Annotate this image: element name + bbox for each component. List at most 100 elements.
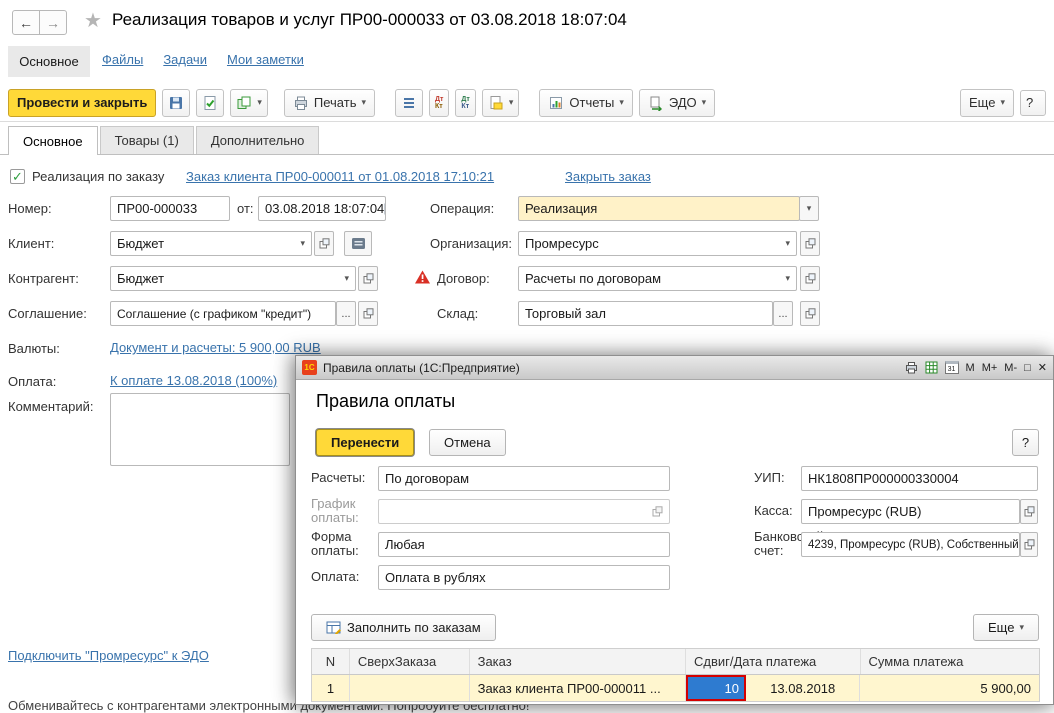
memory-plus-button[interactable]: М+	[982, 362, 998, 374]
cell-over-order[interactable]	[350, 675, 470, 701]
section-nav-main[interactable]: Основное	[8, 46, 90, 77]
open-picker-icon	[805, 273, 816, 284]
calc-input[interactable]: По договорам	[378, 466, 670, 491]
comment-input[interactable]	[110, 393, 290, 466]
dtkt-accounting-button[interactable]: Дт Кт	[429, 88, 450, 117]
transfer-button[interactable]: Перенести	[316, 429, 415, 456]
dialog-calendar-icon[interactable]: 31	[944, 361, 959, 374]
tab-additional[interactable]: Дополнительно	[195, 126, 320, 154]
close-order-link[interactable]: Закрыть заказ	[565, 169, 651, 184]
reports-dropdown-button[interactable]: Отчеты ▾	[539, 88, 633, 117]
fill-table-icon	[326, 621, 341, 634]
client-input[interactable]: Бюджет ▾	[110, 231, 312, 256]
cancel-button[interactable]: Отмена	[429, 429, 506, 456]
edo-connect-link[interactable]: Подключить "Промресурс" к ЭДО	[8, 648, 209, 663]
create-based-on-dropdown-button[interactable]: ▾	[481, 88, 520, 117]
shift-edit-cell[interactable]: 10	[686, 675, 746, 701]
contract-open-button[interactable]	[800, 266, 820, 291]
bank-account-input[interactable]: 4239, Промресурс (RUB), Собственный счет	[801, 532, 1020, 557]
warehouse-input[interactable]: Торговый зал	[518, 301, 773, 326]
operation-combobox[interactable]: Реализация	[518, 196, 800, 221]
section-link-tasks[interactable]: Задачи	[163, 52, 207, 67]
organization-input[interactable]: Промресурс ▾	[518, 231, 797, 256]
order-checkbox[interactable]: ✓	[10, 169, 25, 184]
contract-label: Договор:	[437, 271, 490, 286]
client-open-button[interactable]	[314, 231, 334, 256]
post-and-close-button[interactable]: Провести и закрыть	[8, 88, 157, 117]
contragent-open-button[interactable]	[358, 266, 378, 291]
kassa-open-button[interactable]	[1020, 499, 1038, 524]
save-button[interactable]	[162, 88, 191, 117]
bank-open-button[interactable]	[1020, 532, 1038, 557]
edo-label: ЭДО	[668, 95, 697, 110]
report-structure-button[interactable]	[395, 88, 423, 117]
number-value: ПР00-000033	[117, 201, 198, 216]
kassa-input[interactable]: Промресурс (RUB)	[801, 499, 1020, 524]
dialog-titlebar[interactable]: 1С Правила оплаты (1С:Предприятие) 31 М …	[296, 356, 1053, 380]
operation-dropdown-button[interactable]: ▾	[799, 196, 819, 221]
dialog-payment-value: Оплата в рублях	[385, 570, 486, 585]
agreement-value: Соглашение (с графиком "кредит")	[117, 306, 312, 321]
calendar-icon[interactable]	[384, 202, 385, 215]
back-button[interactable]: ←	[12, 10, 40, 35]
cell-payment-sum[interactable]: 5 900,00	[860, 675, 1039, 701]
number-input[interactable]: ПР00-000033	[110, 196, 230, 221]
tab-main[interactable]: Основное	[8, 126, 98, 155]
agreement-select-button[interactable]: ...	[336, 301, 356, 326]
contragent-input[interactable]: Бюджет ▾	[110, 266, 356, 291]
forward-button[interactable]: →	[39, 10, 67, 35]
print-dropdown-button[interactable]: Печать ▾	[283, 88, 375, 117]
dossier-icon	[351, 237, 366, 250]
dialog-payment-input[interactable]: Оплата в рублях	[378, 565, 670, 590]
client-label: Клиент:	[8, 236, 55, 251]
currency-settlements-link[interactable]: Документ и расчеты: 5 900,00 RUB	[110, 340, 321, 355]
dialog-print-icon[interactable]	[905, 361, 918, 374]
customer-order-link[interactable]: Заказ клиента ПР00-000011 от 01.08.2018 …	[186, 169, 494, 184]
payment-date-cell[interactable]: 13.08.2018	[746, 681, 859, 696]
kassa-label: Касса:	[754, 503, 793, 518]
warehouse-select-button[interactable]: ...	[773, 301, 793, 326]
copy-dropdown-button[interactable]: ▾	[230, 88, 268, 117]
section-link-files[interactable]: Файлы	[102, 52, 143, 67]
print-label: Печать	[313, 95, 357, 110]
memory-button[interactable]: М	[966, 362, 975, 374]
fill-by-orders-button[interactable]: Заполнить по заказам	[311, 614, 496, 641]
tab-goods[interactable]: Товары (1)	[99, 126, 194, 154]
contragent-value: Бюджет	[117, 271, 165, 286]
agreement-input[interactable]: Соглашение (с графиком "кредит")	[110, 301, 336, 326]
dtkt-tax-button[interactable]: Дт Кт	[455, 88, 476, 117]
client-dossier-button[interactable]	[344, 231, 372, 256]
agreement-open-button[interactable]	[358, 301, 378, 326]
table-row[interactable]: 1 Заказ клиента ПР00-000011 ... 10 13.08…	[312, 675, 1039, 701]
contract-value: Расчеты по договорам	[525, 271, 662, 286]
close-icon[interactable]: ✕	[1038, 361, 1047, 374]
post-document-button[interactable]	[196, 88, 225, 117]
dialog-more-dropdown-button[interactable]: Еще ▾	[973, 614, 1039, 641]
contract-input[interactable]: Расчеты по договорам ▾	[518, 266, 797, 291]
maximize-icon[interactable]: □	[1024, 362, 1031, 374]
cell-order[interactable]: Заказ клиента ПР00-000011 ...	[470, 675, 686, 701]
payment-due-link[interactable]: К оплате 13.08.2018 (100%)	[110, 373, 277, 388]
document-create-icon	[488, 95, 504, 111]
tab-additional-label: Дополнительно	[210, 133, 305, 148]
caret-icon: ▾	[1000, 97, 1005, 107]
open-picker-icon	[1024, 539, 1035, 550]
uip-input[interactable]: НК1808ПР000000330004	[801, 466, 1038, 491]
cell-row-number[interactable]: 1	[312, 675, 350, 701]
date-input[interactable]: 03.08.2018 18:07:04	[258, 196, 386, 221]
warehouse-open-button[interactable]	[800, 301, 820, 326]
help-button[interactable]: ?	[1020, 89, 1046, 116]
more-dropdown-button[interactable]: Еще ▾	[960, 88, 1014, 117]
uip-value: НК1808ПР000000330004	[808, 471, 959, 486]
dialog-table-icon[interactable]	[925, 361, 938, 374]
edo-dropdown-button[interactable]: ЭДО ▾	[638, 88, 716, 117]
forward-icon: →	[46, 14, 60, 31]
dialog-help-button[interactable]: ?	[1012, 429, 1039, 456]
organization-open-button[interactable]	[800, 231, 820, 256]
favorite-star-icon[interactable]: ★	[84, 8, 102, 33]
operation-label: Операция:	[430, 201, 495, 216]
payform-input[interactable]: Любая	[378, 532, 670, 557]
schedule-input[interactable]	[378, 499, 670, 524]
memory-minus-button[interactable]: М-	[1004, 362, 1017, 374]
section-link-notes[interactable]: Мои заметки	[227, 52, 304, 67]
